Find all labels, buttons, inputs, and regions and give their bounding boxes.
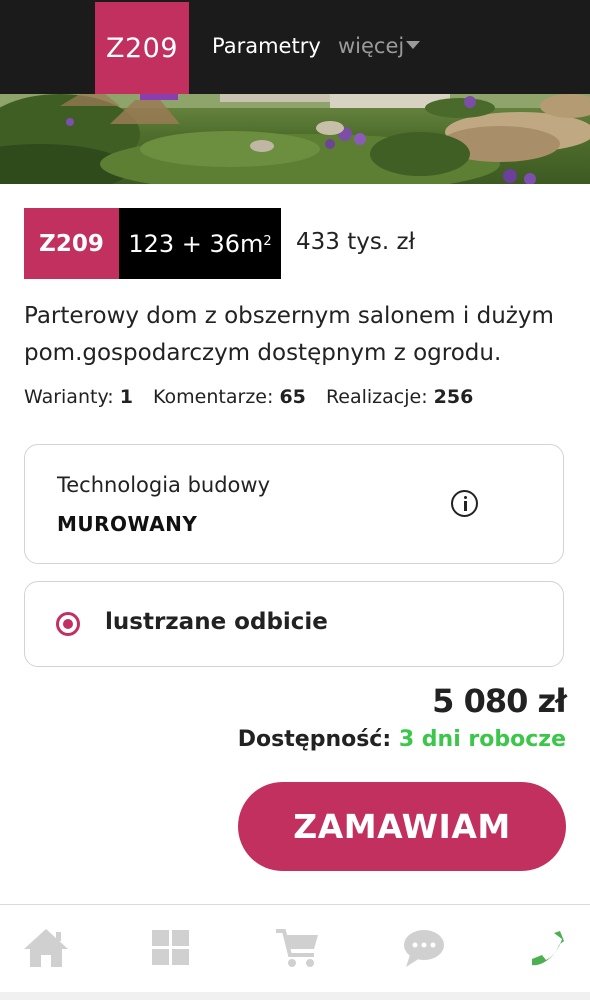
product-description: Parterowy dom z obszernym salonem i duży… [24,303,554,366]
technology-label: Technologia budowy [57,473,271,497]
area-value: 123 + 36m [128,229,264,258]
info-icon[interactable] [451,490,478,517]
area-unit-superscript: 2 [263,234,272,249]
order-button[interactable]: ZAMAWIAM [238,782,566,871]
top-navigation-bar: Z209 Parametry więcej [0,0,590,94]
nav-more-label: więcej [338,34,405,58]
mirror-option-label: lustrzane odbicie [105,609,328,635]
logo-tab[interactable]: Z209 [95,2,189,94]
mirror-option-card[interactable]: lustrzane odbicie [24,581,564,667]
grid-icon[interactable] [147,927,195,969]
nav-parametry-link[interactable]: Parametry [212,34,321,58]
phone-icon[interactable] [524,927,572,969]
technology-value: MUROWANY [57,512,198,536]
availability: Dostępność: 3 dni robocze [238,727,566,752]
technology-card[interactable]: Technologia budowy MUROWANY [24,444,564,564]
bottom-system-strip [0,992,590,1000]
total-price: 5 080 zł [432,682,567,720]
hero-image [0,94,590,184]
realizations-value: 256 [433,386,474,408]
variants-label: Warianty: [24,386,114,408]
variants-value: 1 [119,386,133,408]
home-icon[interactable] [22,927,70,969]
cart-icon[interactable] [274,927,322,969]
garden-illustration [0,94,590,184]
mirror-radio-button[interactable] [56,612,80,636]
product-code-badge: Z209 [24,208,119,279]
bottom-navigation [0,904,590,1001]
product-area-badge: 123 + 36m 2 [119,208,281,279]
realizations-label: Realizacje: [325,386,428,408]
chat-icon[interactable] [400,927,448,969]
availability-label: Dostępność: [237,727,392,752]
availability-value: 3 dni robocze [398,727,566,752]
product-estimated-price: 433 tys. zł [296,229,416,255]
caret-down-icon [406,41,421,49]
comments-label: Komentarze: [153,386,274,408]
nav-more-dropdown[interactable]: więcej [338,34,421,58]
product-stats: Warianty: 1 Komentarze: 65 Realizacje: 2… [24,386,473,408]
comments-value: 65 [279,386,306,408]
